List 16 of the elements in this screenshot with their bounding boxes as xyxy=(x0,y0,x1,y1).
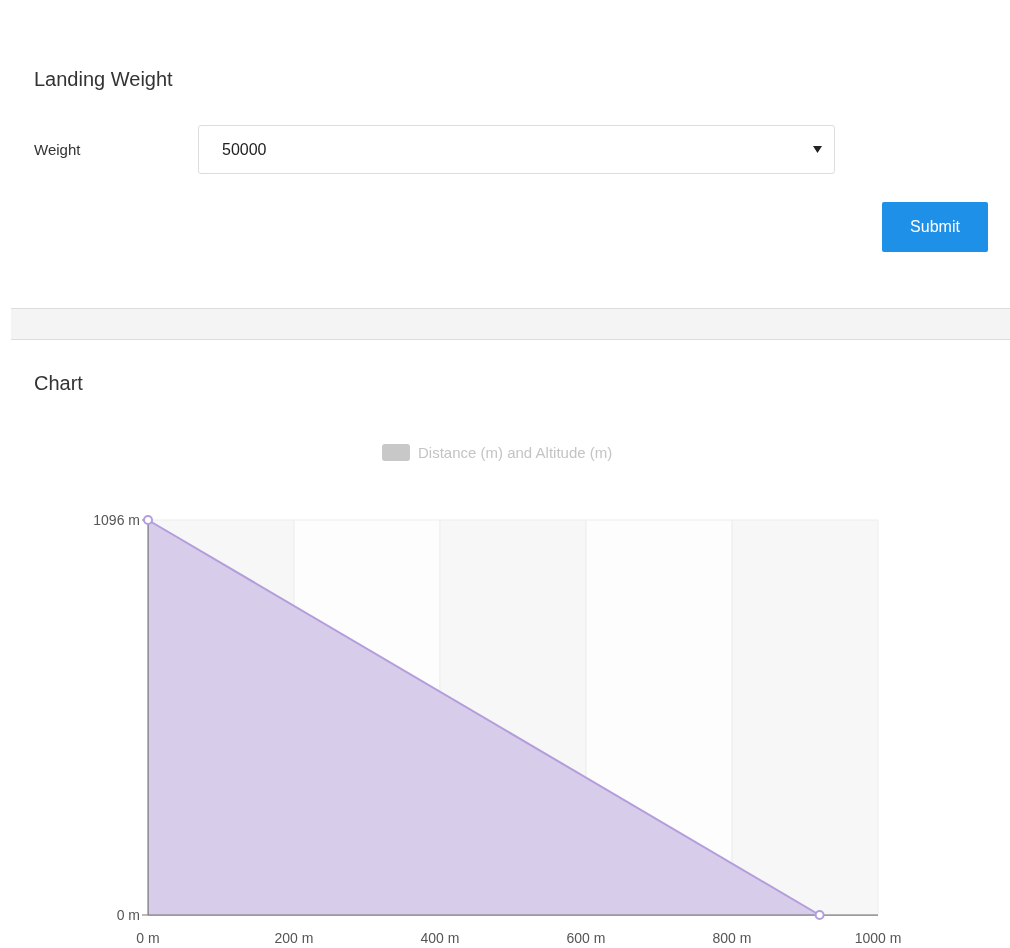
x-tick-label: 800 m xyxy=(712,930,752,946)
x-tick-label: 0 m xyxy=(136,930,160,946)
y-tick-label: 0 m xyxy=(116,907,140,923)
submit-button[interactable]: Submit xyxy=(882,202,988,252)
x-tick-label: 600 m xyxy=(566,930,606,946)
caret-icon xyxy=(813,146,822,153)
x-tick-label: 200 m xyxy=(274,930,314,946)
section-title: Landing Weight xyxy=(34,68,174,91)
weight-select[interactable]: 50000 xyxy=(198,125,835,174)
legend-label[interactable]: Distance (m) and Altitude (m) xyxy=(418,444,613,461)
weight-label: Weight xyxy=(34,141,82,158)
legend-swatch[interactable] xyxy=(382,444,410,461)
y-tick-label: 1096 m xyxy=(93,512,140,528)
chart-title: Chart xyxy=(34,372,84,395)
x-tick-label: 1000 m xyxy=(854,930,902,946)
x-tick-label: 400 m xyxy=(420,930,460,946)
